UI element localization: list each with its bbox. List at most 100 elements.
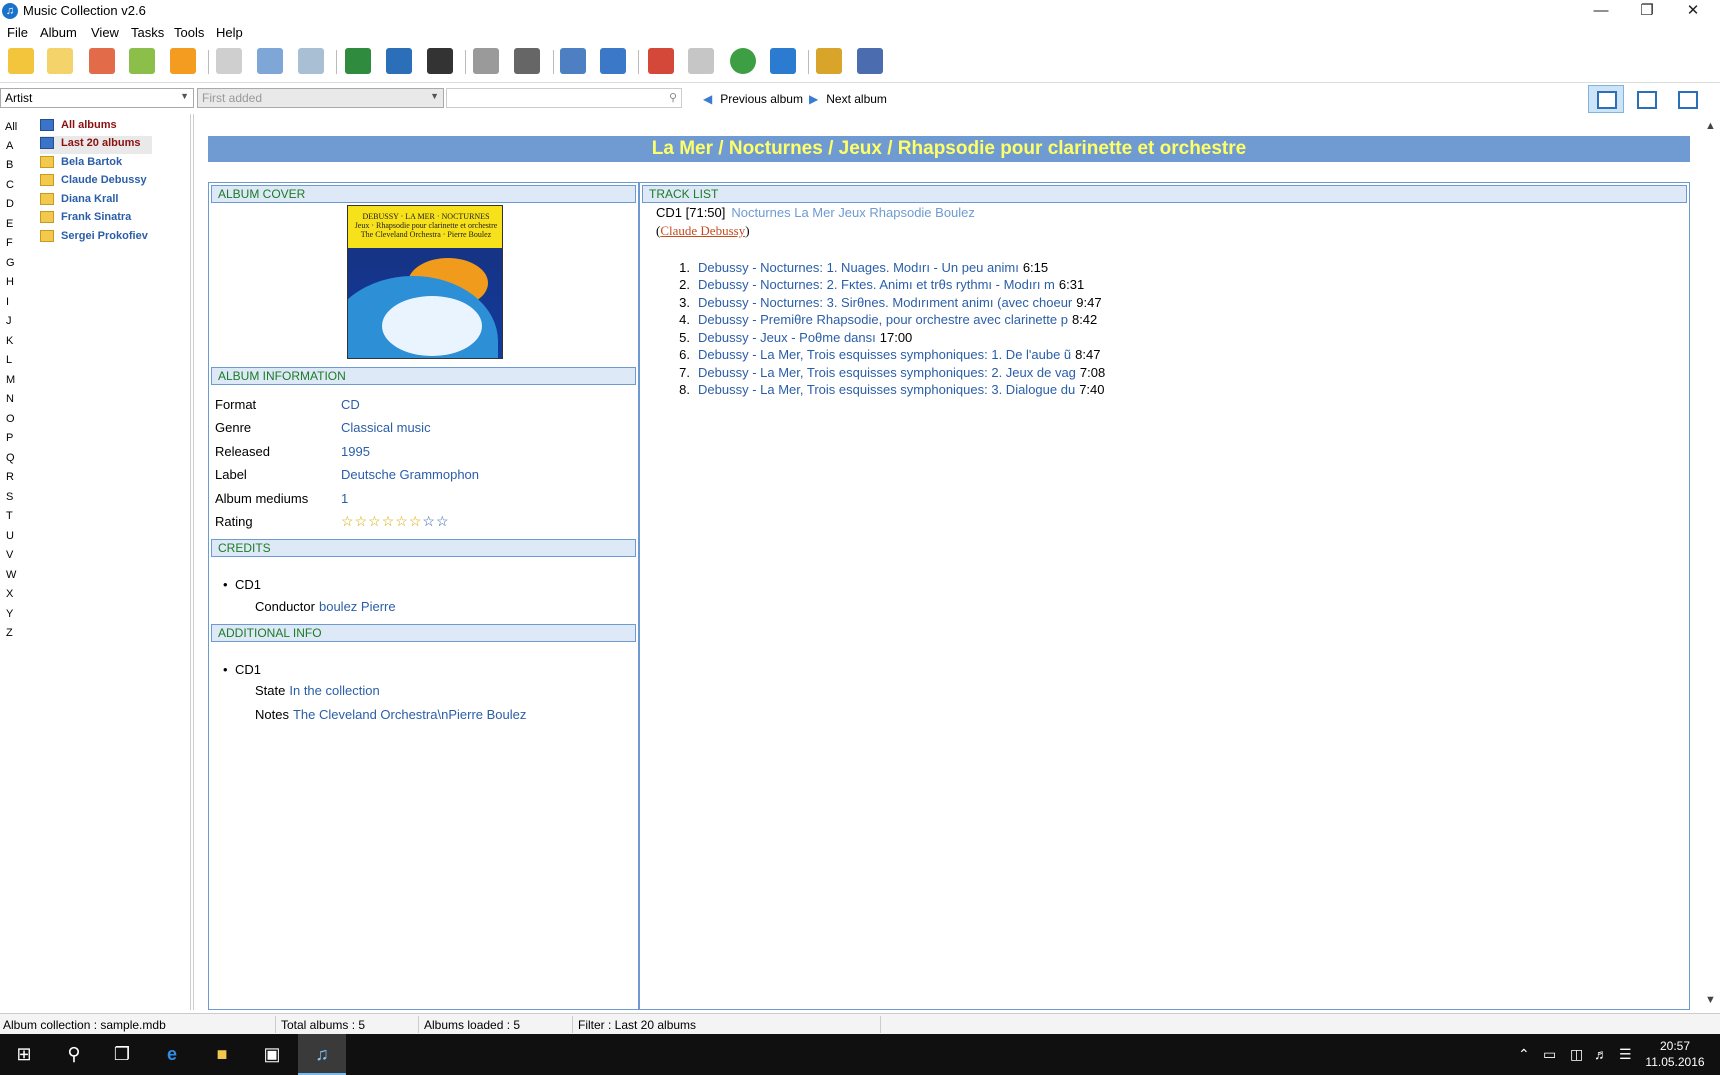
letter-b[interactable]: B: [6, 159, 13, 171]
delete-record-icon[interactable]: [427, 48, 453, 74]
letter-p[interactable]: P: [6, 432, 13, 444]
tree-item-all-albums[interactable]: All albums: [40, 118, 150, 136]
info-value-label[interactable]: Deutsche Grammophon: [341, 467, 479, 482]
star-empty-icon[interactable]: ☆: [436, 513, 450, 529]
notifications-icon[interactable]: ☰: [1619, 1046, 1632, 1063]
credit-person[interactable]: boulez Pierre: [319, 599, 396, 614]
star-filled-icon[interactable]: ☆: [395, 513, 409, 529]
star-filled-icon[interactable]: ☆: [341, 513, 355, 529]
search-web-icon[interactable]: [257, 48, 283, 74]
eject-icon[interactable]: [170, 48, 196, 74]
letter-s[interactable]: S: [6, 491, 13, 503]
tray-chevron-up-icon[interactable]: ⌃: [1518, 1046, 1530, 1063]
sort-select[interactable]: First added ▼: [197, 88, 444, 108]
scroll-down-icon[interactable]: ▼: [1705, 994, 1716, 1006]
letter-u[interactable]: U: [6, 530, 14, 542]
plugin-icon[interactable]: [816, 48, 842, 74]
letter-y[interactable]: Y: [6, 608, 13, 620]
letter-e[interactable]: E: [6, 218, 13, 230]
rating-stars[interactable]: ☆☆☆☆☆☆☆☆: [341, 513, 450, 530]
network-icon[interactable]: ◫: [1570, 1046, 1583, 1063]
tree-item-claude-debussy[interactable]: Claude Debussy: [40, 173, 160, 191]
previous-album-button[interactable]: ◀ Previous album: [703, 92, 803, 106]
menu-tools[interactable]: Tools: [174, 25, 204, 40]
album-cover-image[interactable]: DEBUSSY · LA MER · NOCTURNES Jeux · Rhaps…: [347, 205, 503, 359]
disc-delete-icon[interactable]: [89, 48, 115, 74]
letter-o[interactable]: O: [6, 413, 15, 425]
menu-help[interactable]: Help: [216, 25, 243, 40]
edit-record-icon[interactable]: [386, 48, 412, 74]
store-icon[interactable]: ▣: [248, 1034, 296, 1075]
checklist-icon[interactable]: [648, 48, 674, 74]
print-icon[interactable]: [473, 48, 499, 74]
tree-item-frank-sinatra[interactable]: Frank Sinatra: [40, 210, 150, 228]
letter-l[interactable]: L: [6, 354, 12, 366]
zoom-icon[interactable]: [600, 48, 626, 74]
star-empty-icon[interactable]: ☆: [422, 513, 436, 529]
letter-z[interactable]: Z: [6, 627, 13, 639]
view-list-button[interactable]: [1669, 85, 1705, 113]
user-icon[interactable]: [770, 48, 796, 74]
search-input[interactable]: ⚲: [446, 88, 682, 108]
sync-icon[interactable]: [298, 48, 324, 74]
windows-start-icon[interactable]: ⊞: [0, 1034, 48, 1075]
tree-item-last-20-albums[interactable]: Last 20 albums: [40, 136, 152, 154]
letter-m[interactable]: M: [6, 374, 15, 386]
file-explorer-icon[interactable]: ■: [198, 1034, 246, 1075]
menu-tasks[interactable]: Tasks: [131, 25, 164, 40]
task-view-icon[interactable]: ❐: [98, 1034, 146, 1075]
field-select[interactable]: Artist ▼: [0, 88, 194, 108]
exit-icon[interactable]: [857, 48, 883, 74]
view-grid-button[interactable]: [1628, 85, 1664, 113]
download-icon[interactable]: [216, 48, 242, 74]
star-filled-icon[interactable]: ☆: [368, 513, 382, 529]
info-value-released[interactable]: 1995: [341, 444, 370, 459]
info-value-format[interactable]: CD: [341, 397, 360, 412]
search-icon[interactable]: ⚲: [50, 1034, 98, 1075]
info-value-genre[interactable]: Classical music: [341, 420, 431, 435]
artist-link[interactable]: Claude Debussy: [660, 223, 745, 238]
search-icon[interactable]: ⚲: [669, 91, 677, 104]
menu-album[interactable]: Album: [40, 25, 77, 40]
letter-k[interactable]: K: [6, 335, 13, 347]
star-filled-icon[interactable]: ☆: [382, 513, 396, 529]
minimize-button[interactable]: —: [1578, 0, 1624, 22]
new-album-icon[interactable]: [8, 48, 34, 74]
system-clock[interactable]: 20:57 11.05.2016: [1640, 1038, 1710, 1070]
letter-g[interactable]: G: [6, 257, 15, 269]
letter-all[interactable]: All: [5, 121, 17, 133]
pane-splitter[interactable]: [190, 114, 194, 1010]
star-filled-icon[interactable]: ☆: [355, 513, 369, 529]
letter-c[interactable]: C: [6, 179, 14, 191]
close-button[interactable]: ✕: [1670, 0, 1716, 22]
letter-f[interactable]: F: [6, 237, 13, 249]
menu-file[interactable]: File: [7, 25, 28, 40]
battery-icon[interactable]: ▭: [1543, 1046, 1556, 1063]
star-filled-icon[interactable]: ☆: [409, 513, 423, 529]
letter-h[interactable]: H: [6, 276, 14, 288]
find-icon[interactable]: [47, 48, 73, 74]
edge-browser-icon[interactable]: e: [148, 1034, 196, 1075]
view-details-button[interactable]: [1588, 85, 1624, 113]
letter-i[interactable]: I: [6, 296, 9, 308]
info-value-mediums[interactable]: 1: [341, 491, 348, 506]
pie-chart-icon[interactable]: [730, 48, 756, 74]
tree-item-bela-bartok[interactable]: Bela Bartok: [40, 155, 150, 173]
letter-v[interactable]: V: [6, 549, 13, 561]
calculator-icon[interactable]: [688, 48, 714, 74]
letter-n[interactable]: N: [6, 393, 14, 405]
content-scrollbar[interactable]: ▲ ▼: [1702, 118, 1720, 1011]
letter-j[interactable]: J: [6, 315, 12, 327]
preview-icon[interactable]: [560, 48, 586, 74]
html-export-icon[interactable]: [514, 48, 540, 74]
letter-x[interactable]: X: [6, 588, 13, 600]
letter-w[interactable]: W: [6, 569, 16, 581]
next-album-button[interactable]: ▶ Next album: [809, 92, 887, 106]
letter-r[interactable]: R: [6, 471, 14, 483]
add-record-icon[interactable]: [345, 48, 371, 74]
letter-t[interactable]: T: [6, 510, 13, 522]
scroll-up-icon[interactable]: ▲: [1705, 120, 1716, 132]
volume-icon[interactable]: ♬: [1594, 1046, 1608, 1062]
disc-add-icon[interactable]: [129, 48, 155, 74]
music-collection-taskbar-icon[interactable]: ♫: [298, 1034, 346, 1075]
